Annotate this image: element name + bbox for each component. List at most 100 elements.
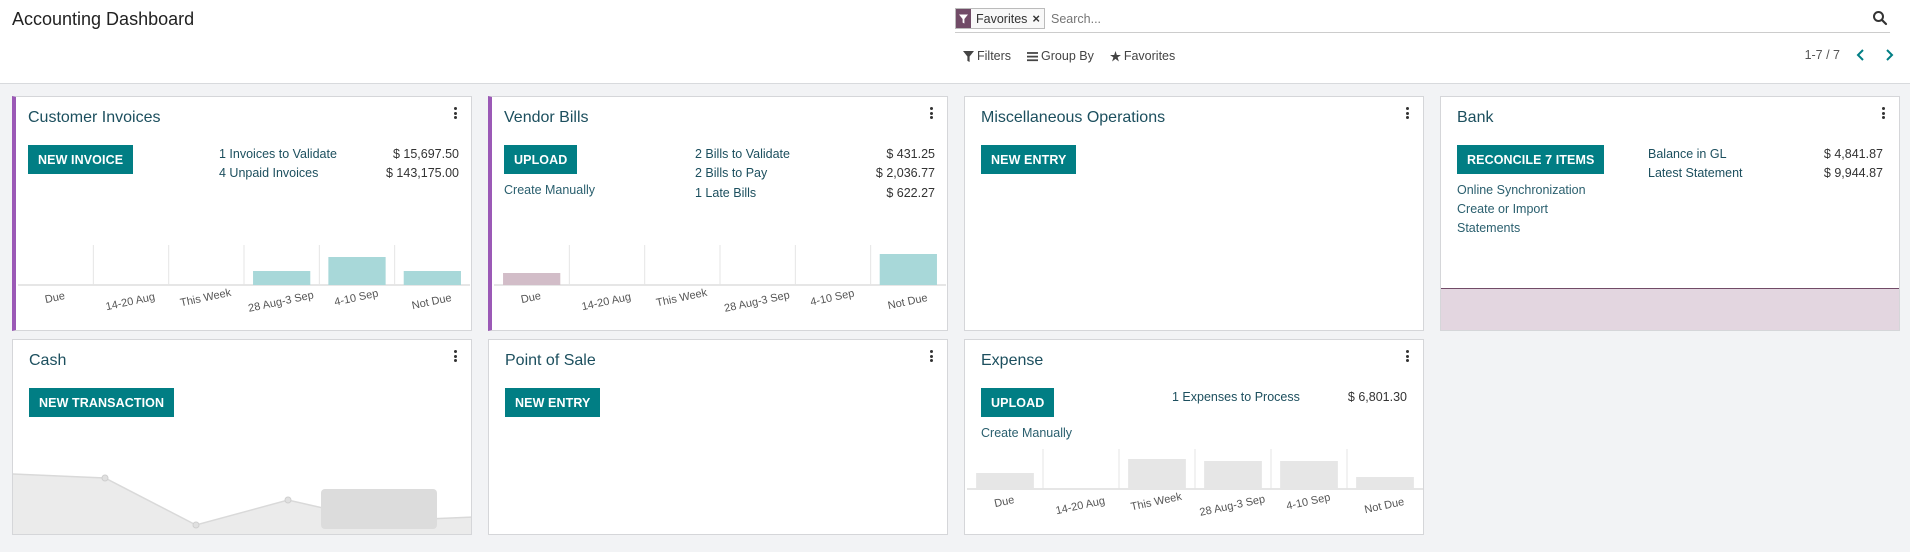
chart-tick-label: Not Due (1363, 496, 1405, 516)
card-title[interactable]: Bank (1457, 109, 1493, 127)
filters-button[interactable]: Filters (963, 49, 1011, 63)
card-point-of-sale: Point of Sale NEW ENTRY (488, 339, 948, 535)
stat-amount: $ 15,697.50 (392, 147, 459, 161)
chart-tick-label: This Week (655, 287, 709, 310)
search-input[interactable] (1051, 9, 1831, 29)
card-expense: Expense UPLOAD Create Manually 1 Expense… (964, 339, 1424, 535)
new-entry-button[interactable]: NEW ENTRY (981, 145, 1077, 174)
bank-balance-graph (1441, 288, 1899, 330)
stat-amount: $ 431.25 (886, 147, 935, 161)
card-title[interactable]: Vendor Bills (504, 109, 589, 127)
stat-amount: $ 4,841.87 (1823, 147, 1883, 161)
chart-bar[interactable] (1280, 461, 1338, 489)
favorites-label: Favorites (1123, 49, 1176, 63)
chart-tick-label: 4-10 Sep (333, 288, 379, 309)
chart-bar[interactable] (503, 273, 561, 285)
chart-tick-label: 28 Aug-3 Sep (247, 289, 315, 315)
kebab-icon[interactable] (1406, 350, 1410, 364)
star-icon (1109, 50, 1121, 61)
chart-tick-label: This Week (179, 287, 233, 310)
card-customer-invoices: Customer Invoices NEW INVOICE 1 Invoices… (12, 96, 472, 331)
facet-label: Favorites (976, 11, 1028, 26)
bar-chart: Due 14-20 Aug This Week 28 Aug-3 Sep 4-10 Se… (18, 245, 470, 315)
chart-tick-label: Due (993, 494, 1015, 510)
chart-bar[interactable] (253, 271, 311, 285)
pager-value[interactable]: 1-7 / 7 (1805, 48, 1840, 62)
kebab-icon[interactable] (930, 350, 934, 364)
chart-tick-label: 28 Aug-3 Sep (723, 289, 791, 315)
chart-bar[interactable] (1356, 477, 1414, 489)
card-title[interactable]: Point of Sale (505, 352, 596, 370)
list-icon (1027, 51, 1039, 61)
favorites-button[interactable]: Favorites (1109, 49, 1176, 63)
groupby-button[interactable]: Group By (1027, 49, 1094, 63)
kebab-icon[interactable] (1406, 107, 1410, 121)
chart-tick-label: 14-20 Aug (581, 291, 633, 313)
stat-link-invoices-to-validate[interactable]: 1 Invoices to Validate (219, 147, 337, 161)
stat-link-unpaid-invoices[interactable]: 4 Unpaid Invoices (219, 166, 318, 180)
card-title[interactable]: Expense (981, 352, 1043, 370)
chart-bar[interactable] (1128, 459, 1186, 489)
filter-bar: Filters Group By Favorites (963, 49, 1175, 63)
chart-bar[interactable] (403, 271, 461, 285)
search-facet[interactable]: Favorites × (955, 8, 1045, 29)
card-cash: Cash NEW TRANSACTION (12, 339, 472, 535)
reconcile-button[interactable]: RECONCILE 7 ITEMS (1457, 145, 1605, 174)
pager: 1-7 / 7 (1805, 48, 1896, 62)
chart-tick-label: Due (520, 290, 542, 306)
chart-bar[interactable] (328, 257, 386, 285)
funnel-icon (963, 50, 974, 62)
chart-bar[interactable] (879, 254, 937, 285)
stat-link-latest-statement[interactable]: Latest Statement (1648, 166, 1743, 180)
chart-bar[interactable] (1204, 461, 1262, 489)
card-title[interactable]: Cash (29, 352, 66, 370)
new-invoice-button[interactable]: NEW INVOICE (28, 145, 134, 174)
stat-link-balance-gl[interactable]: Balance in GL (1648, 147, 1727, 161)
kebab-icon[interactable] (1882, 107, 1886, 121)
create-manually-link[interactable]: Create Manually (981, 426, 1072, 440)
kebab-icon[interactable] (454, 107, 458, 121)
card-title[interactable]: Miscellaneous Operations (981, 109, 1165, 127)
chevron-left-icon[interactable] (1854, 48, 1868, 62)
chart-tick-label: 14-20 Aug (1055, 495, 1107, 517)
kebab-icon[interactable] (454, 350, 458, 364)
new-entry-button[interactable]: NEW ENTRY (505, 388, 601, 417)
groupby-label: Group By (1041, 49, 1094, 63)
chart-tick-label: 28 Aug-3 Sep (1199, 493, 1267, 519)
chart-bar[interactable] (976, 473, 1034, 489)
new-transaction-button[interactable]: NEW TRANSACTION (29, 388, 175, 417)
kebab-icon[interactable] (930, 107, 934, 121)
chevron-right-icon[interactable] (1882, 48, 1896, 62)
card-vendor-bills: Vendor Bills UPLOAD Create Manually 2 Bi… (488, 96, 948, 331)
create-manually-link[interactable]: Create Manually (504, 183, 595, 197)
chart-tick-label: Due (44, 290, 66, 306)
close-icon[interactable]: × (1032, 11, 1044, 26)
card-bank: Bank RECONCILE 7 ITEMS Online Synchroniz… (1440, 96, 1900, 331)
funnel-icon (956, 9, 971, 28)
stat-amount: $ 9,944.87 (1823, 166, 1883, 180)
stat-link-expenses-to-process[interactable]: 1 Expenses to Process (1172, 390, 1300, 404)
statements-link[interactable]: Statements (1457, 221, 1520, 235)
chart-tick-label: Not Due (887, 292, 929, 312)
search-icon[interactable] (1872, 10, 1888, 26)
line-chart (13, 473, 471, 534)
stat-amount: $ 6,801.30 (1347, 390, 1407, 404)
stat-link-bills-to-pay[interactable]: 2 Bills to Pay (695, 166, 767, 180)
stat-amount: $ 622.27 (886, 186, 935, 200)
search-bar[interactable]: Favorites × (955, 7, 1890, 33)
stat-link-bills-to-validate[interactable]: 2 Bills to Validate (695, 147, 790, 161)
stat-link-late-bills[interactable]: 1 Late Bills (695, 186, 756, 200)
chart-tick-label: This Week (1130, 491, 1184, 514)
bar-chart: Due 14-20 Aug This Week 28 Aug-3 Sep 4-10 Se… (967, 449, 1423, 519)
card-title[interactable]: Customer Invoices (28, 109, 161, 127)
upload-button[interactable]: UPLOAD (504, 145, 578, 174)
stat-amount: $ 2,036.77 (875, 166, 935, 180)
card-misc-operations: Miscellaneous Operations NEW ENTRY (964, 96, 1424, 331)
online-sync-link[interactable]: Online Synchronization (1457, 183, 1586, 197)
chart-tick-label: 4-10 Sep (1285, 492, 1331, 513)
page-title: Accounting Dashboard (12, 9, 195, 29)
chart-tick-label: 4-10 Sep (809, 288, 855, 309)
bar-chart: Due 14-20 Aug This Week 28 Aug-3 Sep 4-10 Se… (494, 245, 946, 315)
create-import-link[interactable]: Create or Import (1457, 202, 1548, 216)
upload-button[interactable]: UPLOAD (981, 388, 1055, 417)
